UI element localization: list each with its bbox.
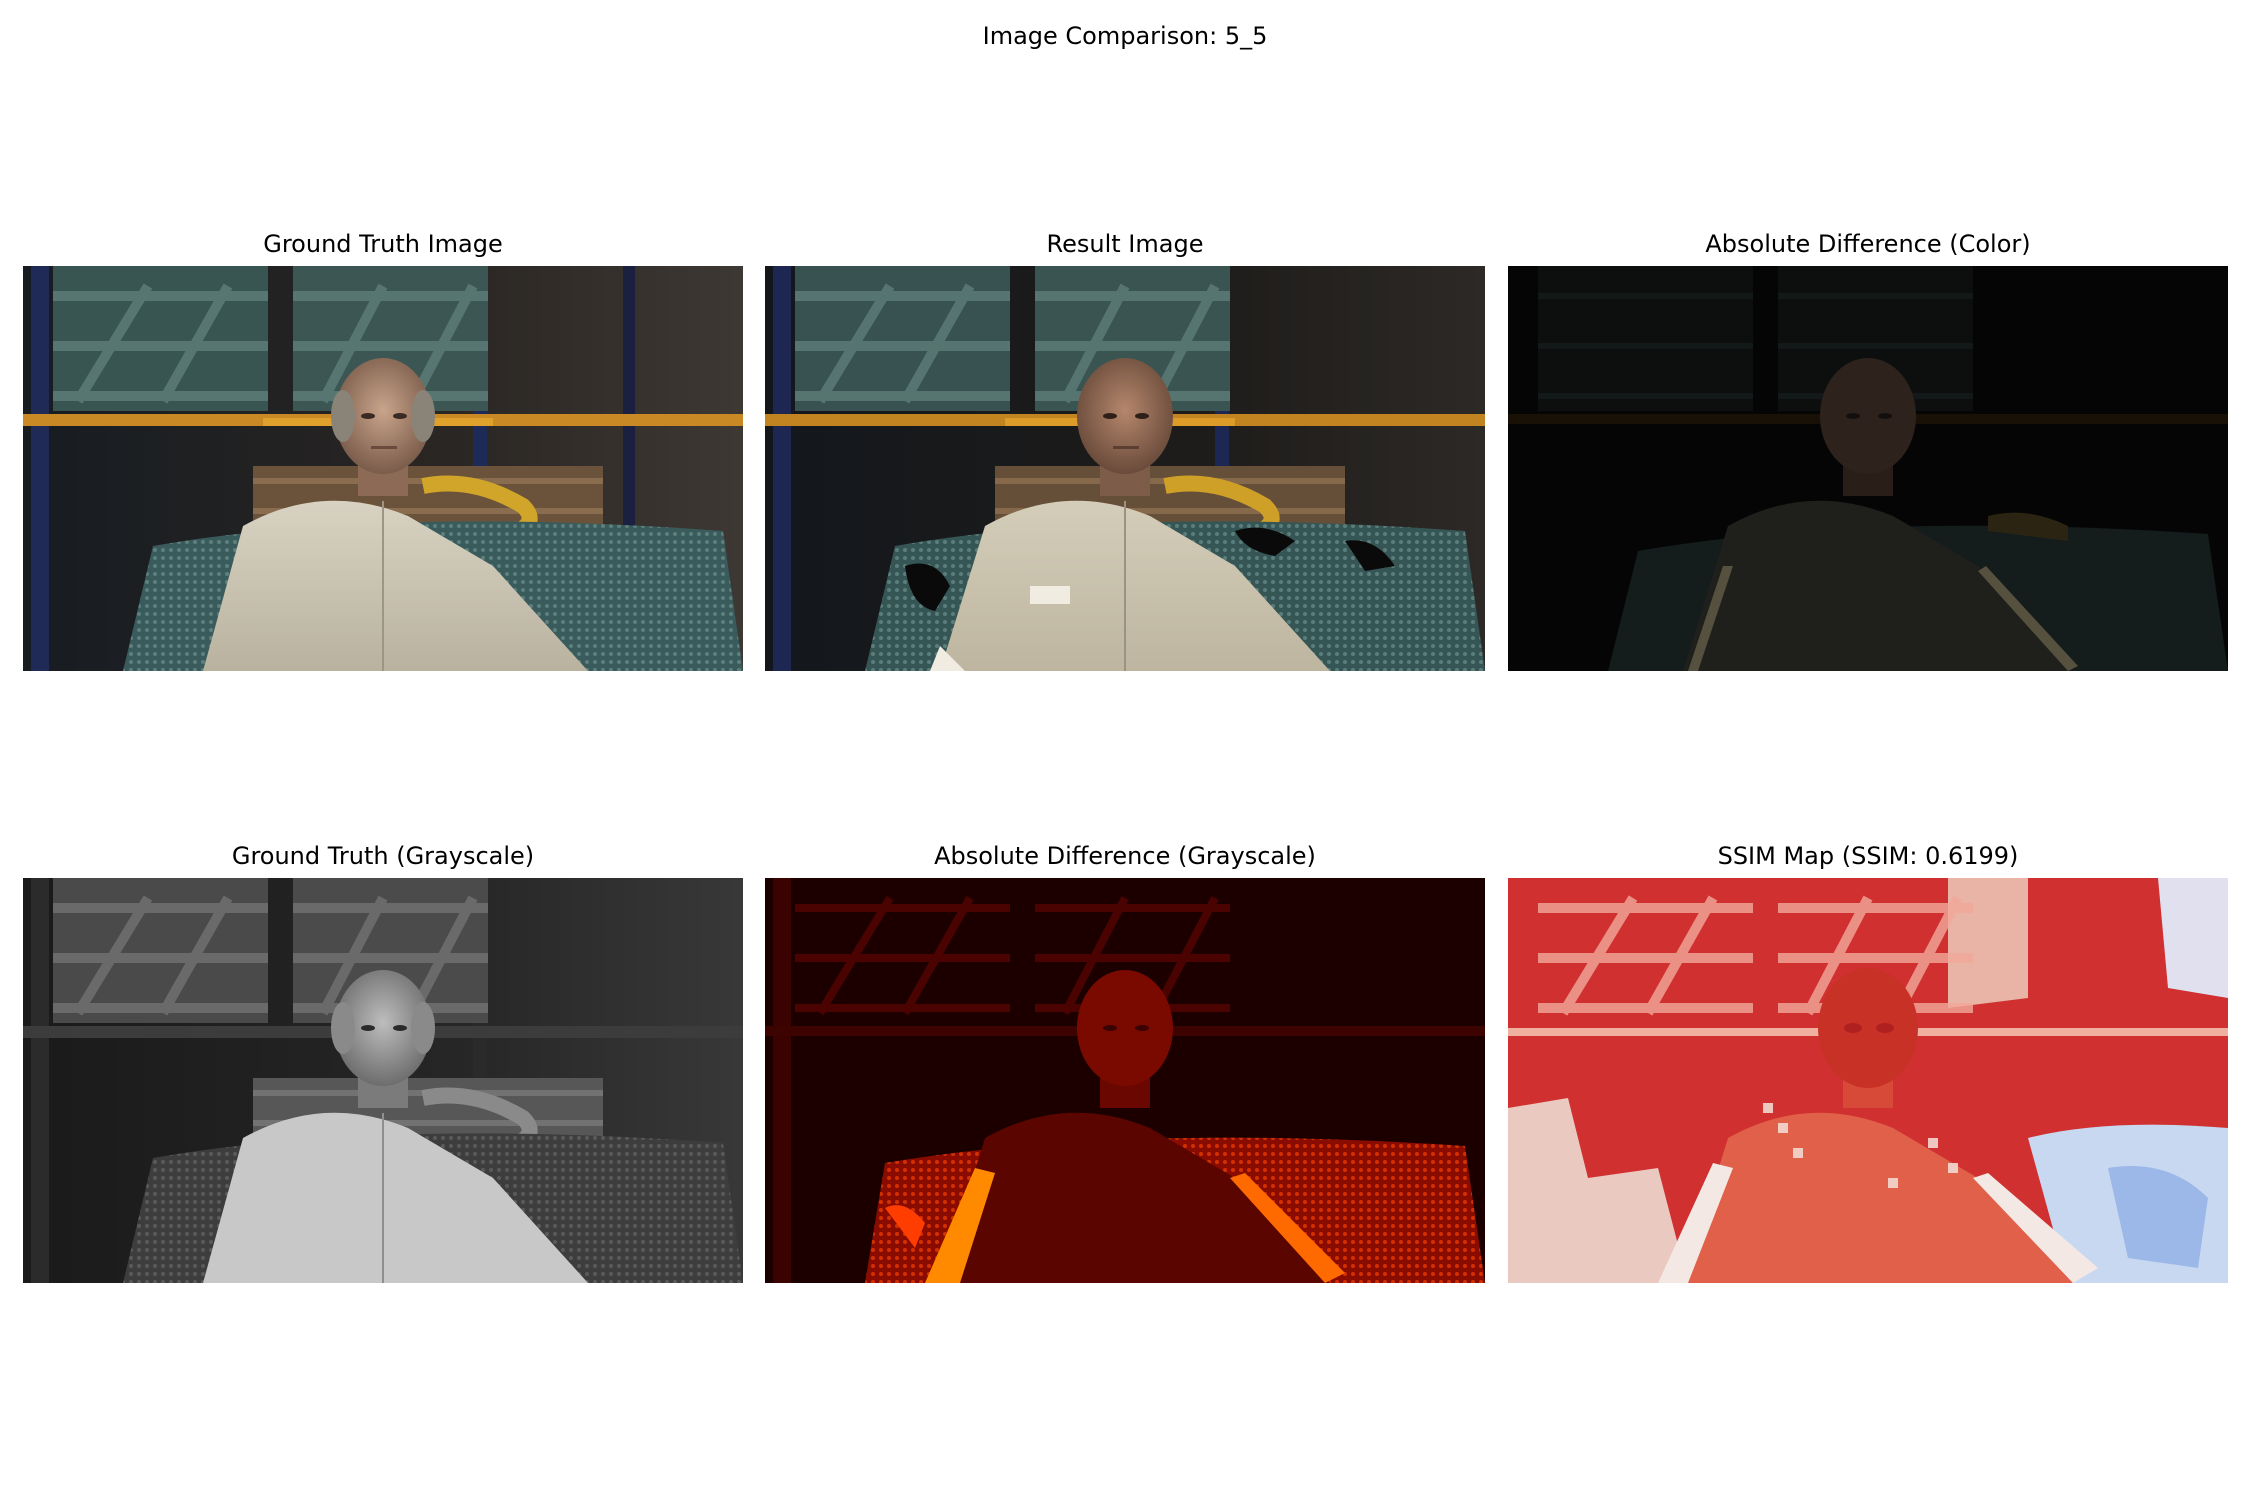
ground-truth-image — [23, 266, 743, 671]
panel-title-ground-truth: Ground Truth Image — [263, 230, 503, 258]
absdiff-grayscale-heatmap — [765, 878, 1485, 1283]
ssim-map-heatmap — [1508, 878, 2228, 1283]
panel-title-absdiff-gray: Absolute Difference (Grayscale) — [934, 842, 1316, 870]
panel-title-result: Result Image — [1046, 230, 1204, 258]
panel-title-absdiff-color: Absolute Difference (Color) — [1705, 230, 2031, 258]
ground-truth-grayscale-image — [23, 878, 743, 1283]
result-image — [765, 266, 1485, 671]
figure-title: Image Comparison: 5_5 — [982, 22, 1268, 50]
panel-title-ssim-map: SSIM Map (SSIM: 0.6199) — [1717, 842, 2019, 870]
absdiff-color-image — [1508, 266, 2228, 671]
panel-title-ground-truth-gray: Ground Truth (Grayscale) — [231, 842, 535, 870]
